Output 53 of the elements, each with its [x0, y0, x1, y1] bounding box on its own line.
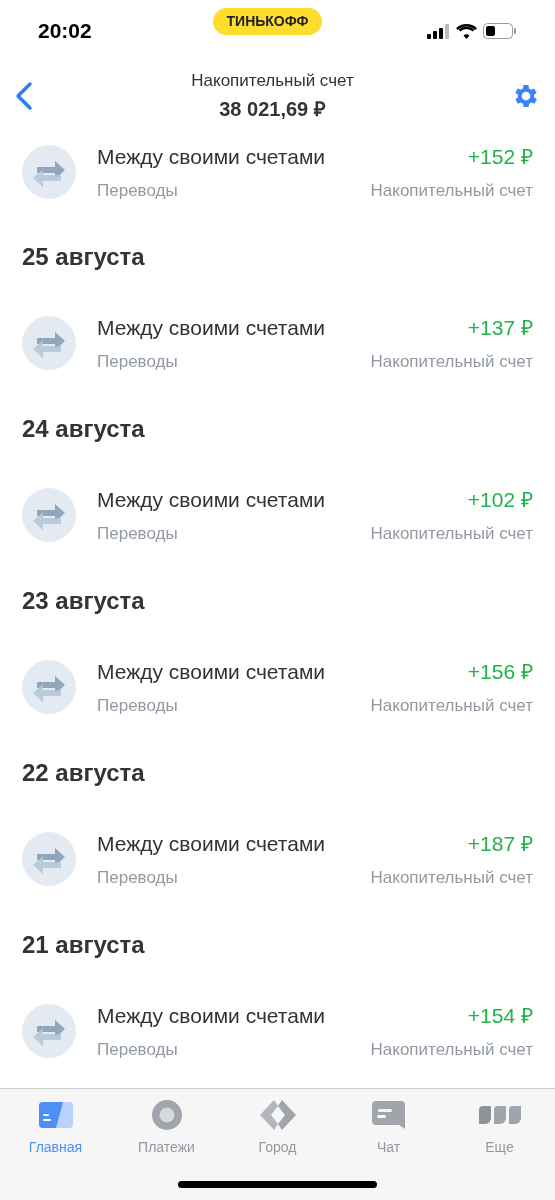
account-title: Накопительный счет: [191, 70, 354, 93]
wifi-icon: [456, 23, 477, 39]
diamond-icon: [259, 1100, 296, 1130]
transaction-amount: +102 ₽: [467, 486, 533, 513]
carrier-badge: ТИНЬКОФФ: [212, 7, 323, 35]
transaction-category: Переводы: [97, 523, 178, 545]
transaction-title: Между своими счетами: [97, 314, 326, 341]
back-icon[interactable]: [14, 81, 34, 111]
tab-button[interactable]: Платежи: [111, 1099, 222, 1158]
more-icon: [478, 1106, 521, 1124]
transfer-icon: [22, 1004, 76, 1058]
account-name: Накопительный счет: [370, 351, 533, 373]
transaction-category: Переводы: [97, 1039, 178, 1061]
transaction-amount: +152 ₽: [467, 143, 533, 170]
transfer-icon: [22, 316, 76, 370]
circle-icon: [151, 1100, 182, 1130]
date-heading: 21 августа: [22, 930, 145, 960]
transaction-category: Переводы: [97, 180, 178, 202]
battery-icon: [483, 23, 517, 39]
status-time: 20:02: [38, 18, 93, 45]
tab-button[interactable]: Еще: [444, 1099, 555, 1158]
tab-button[interactable]: Главная: [0, 1099, 111, 1158]
transfer-icon: [22, 660, 76, 714]
date-heading: 24 августа: [22, 414, 145, 444]
tab-button[interactable]: Чат: [333, 1099, 444, 1158]
transaction-amount: +187 ₽: [467, 830, 533, 857]
signal-icon: [427, 23, 450, 39]
date-heading: 23 августа: [22, 586, 145, 616]
transaction-category: Переводы: [97, 867, 178, 889]
account-name: Накопительный счет: [370, 695, 533, 717]
transaction-title: Между своими счетами: [97, 830, 326, 857]
transaction-title: Между своими счетами: [97, 658, 326, 685]
transaction-category: Переводы: [97, 351, 178, 373]
transaction-title: Между своими счетами: [97, 143, 326, 170]
transaction-amount: +154 ₽: [467, 1002, 533, 1029]
account-name: Накопительный счет: [370, 180, 533, 202]
account-name: Накопительный счет: [370, 523, 533, 545]
transfer-icon: [22, 488, 76, 542]
transaction-category: Переводы: [97, 695, 178, 717]
account-name: Накопительный счет: [370, 1039, 533, 1061]
date-heading: 25 августа: [22, 242, 145, 272]
date-heading: 22 августа: [22, 758, 145, 788]
chat-icon: [372, 1101, 405, 1129]
tab-button[interactable]: Город: [222, 1099, 333, 1158]
account-name: Накопительный счет: [370, 867, 533, 889]
transfer-icon: [22, 145, 76, 199]
account-balance: 38 021,69 ₽: [219, 96, 326, 122]
transfer-icon: [22, 832, 76, 886]
transaction-amount: +156 ₽: [467, 658, 533, 685]
transaction-amount: +137 ₽: [467, 314, 533, 341]
transaction-title: Между своими счетами: [97, 1002, 326, 1029]
card-icon: [38, 1102, 73, 1128]
transaction-title: Между своими счетами: [97, 486, 326, 513]
